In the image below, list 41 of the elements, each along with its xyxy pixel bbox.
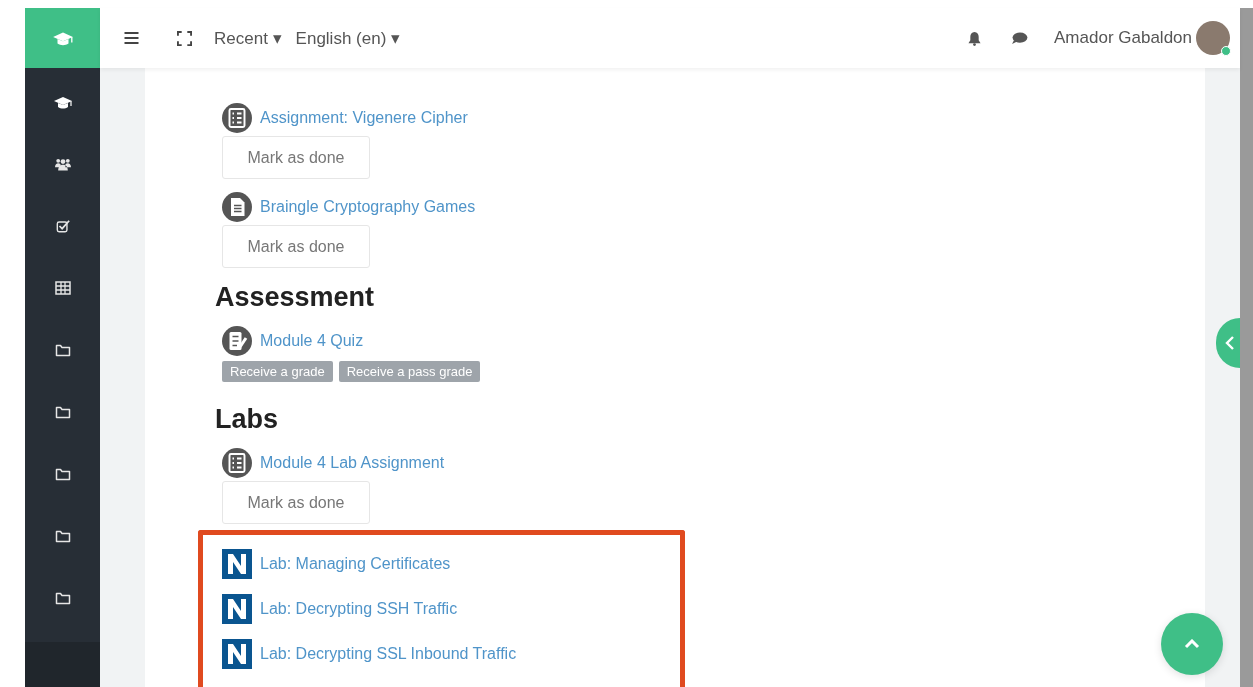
fullscreen-icon	[177, 30, 192, 46]
table-icon	[54, 281, 71, 295]
checkbox-icon	[54, 219, 71, 233]
mark-as-done-button[interactable]: Mark as done	[222, 481, 370, 524]
folder-icon	[54, 591, 71, 605]
dropdown-menu[interactable]: English (en) ▾	[293, 25, 403, 51]
folder-icon	[54, 405, 71, 419]
menu-icon	[124, 32, 139, 44]
activity-link[interactable]: Module 4 Quiz	[260, 332, 364, 350]
folder-icon	[54, 343, 71, 357]
n-logo-icon	[222, 639, 252, 669]
users-icon	[54, 157, 71, 171]
section-heading: Labs	[215, 404, 279, 435]
chevron-left-icon	[1225, 336, 1235, 350]
checklist-icon	[222, 103, 252, 133]
document-icon	[222, 192, 252, 222]
graduation-cap-icon	[52, 95, 73, 109]
chevron-up-icon	[1184, 639, 1200, 649]
n-logo-icon	[222, 594, 252, 624]
user-name[interactable]: Amador Gabaldon	[1054, 28, 1192, 48]
graduation-cap-icon	[51, 30, 74, 46]
quiz-sheet-icon	[222, 326, 252, 356]
section-heading: Assessment	[215, 282, 375, 313]
n-logo-icon	[222, 549, 252, 579]
user-avatar[interactable]	[1196, 21, 1230, 55]
folder-icon	[54, 467, 71, 481]
bell-icon	[968, 30, 981, 46]
dropdown-menu[interactable]: Recent ▾	[212, 25, 284, 51]
speech-bubble-icon	[1011, 31, 1028, 45]
checklist-icon	[222, 448, 252, 478]
completion-requirement: Receive a pass grade	[338, 361, 481, 382]
completion-requirement: Receive a grade	[222, 361, 333, 382]
activity-link[interactable]: Braingle Cryptography Games	[260, 198, 476, 216]
mark-as-done-button[interactable]: Mark as done	[222, 136, 370, 179]
activity-link[interactable]: Assignment: Vigenere Cipher	[260, 109, 468, 127]
mark-as-done-button[interactable]: Mark as done	[222, 225, 370, 268]
activity-link[interactable]: Module 4 Lab Assignment	[260, 454, 445, 472]
activity-link[interactable]: Lab: Decrypting SSL Inbound Traffic	[260, 645, 517, 663]
activity-link[interactable]: Lab: Managing Certificates	[260, 555, 451, 573]
folder-icon	[54, 529, 71, 543]
activity-link[interactable]: Lab: Decrypting SSH Traffic	[260, 600, 458, 618]
